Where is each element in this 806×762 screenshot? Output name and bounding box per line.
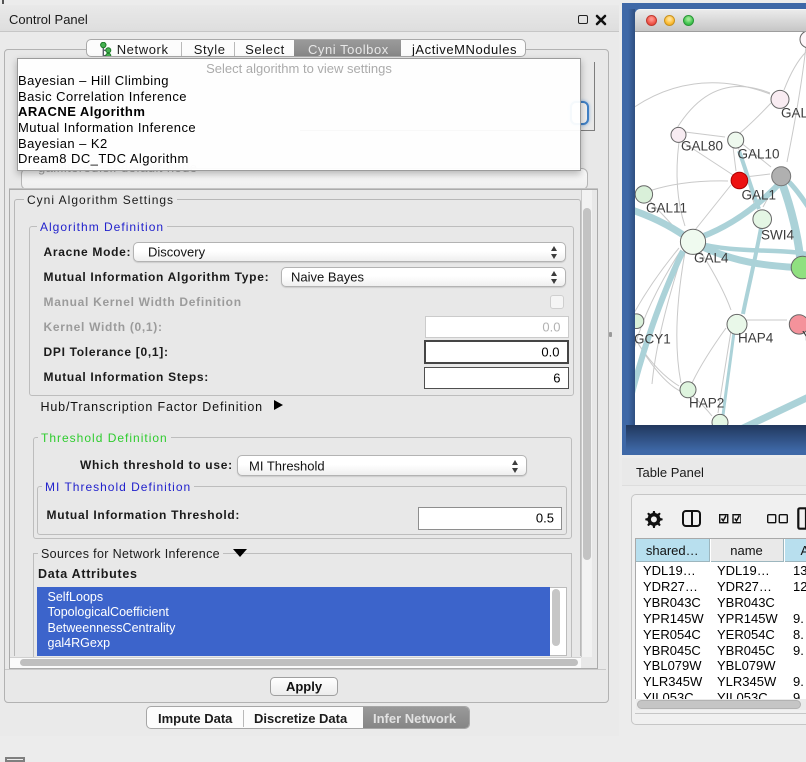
svg-text:GAL1: GAL1	[742, 187, 777, 202]
svg-text:GAL7: GAL7	[781, 105, 806, 120]
svg-text:SWI4: SWI4	[761, 227, 794, 242]
svg-text:GAL11: GAL11	[646, 200, 687, 215]
svg-text:HAP4: HAP4	[738, 330, 774, 345]
svg-text:GAL10: GAL10	[738, 146, 780, 161]
svg-text:GAL4: GAL4	[694, 250, 729, 265]
svg-text:GCY1: GCY1	[635, 331, 671, 346]
svg-text:HAP2: HAP2	[689, 395, 724, 410]
svg-text:Y: Y	[802, 328, 806, 343]
svg-text:GAL80: GAL80	[681, 138, 723, 153]
